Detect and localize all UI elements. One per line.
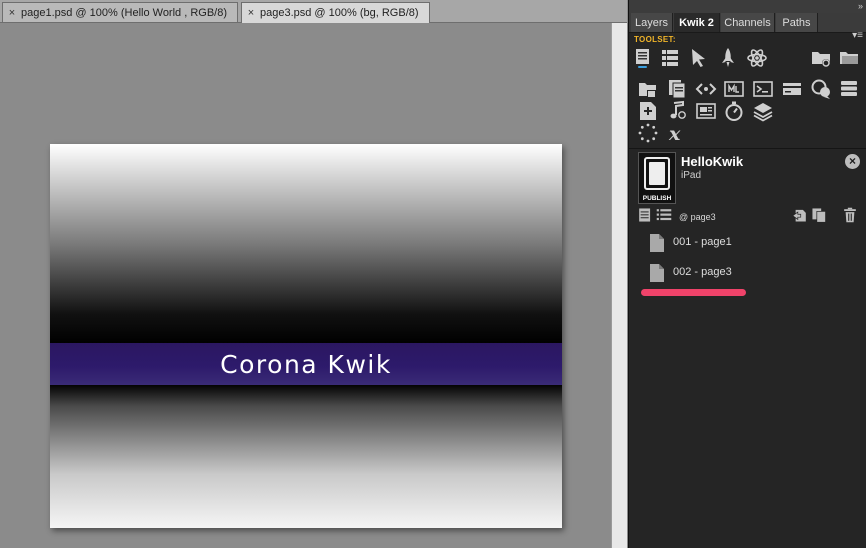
artboard[interactable]: Corona Kwik bbox=[50, 144, 562, 528]
document-icon bbox=[650, 264, 664, 282]
spinner-icon[interactable] bbox=[637, 122, 659, 144]
frame-icon[interactable] bbox=[695, 100, 717, 122]
current-page-label: @ page3 bbox=[679, 212, 716, 222]
duplicate-page-icon[interactable] bbox=[811, 207, 827, 223]
document-tab-bar: × page1.psd @ 100% (Hello World , RGB/8)… bbox=[0, 0, 627, 23]
toolset-doc-icon[interactable] bbox=[632, 47, 654, 69]
layers-icon[interactable] bbox=[752, 100, 774, 122]
project-name: HelloKwik bbox=[681, 154, 744, 169]
publish-label: PUBLISH bbox=[642, 195, 672, 202]
page-label: 001 - page1 bbox=[673, 236, 732, 248]
page-view-icon[interactable] bbox=[637, 207, 653, 223]
variable-icon[interactable]: x bbox=[666, 122, 688, 144]
atom-icon[interactable] bbox=[746, 47, 768, 69]
list-item[interactable]: 001 - page1 bbox=[629, 231, 866, 257]
rocket-icon[interactable] bbox=[717, 47, 739, 69]
import-page-icon[interactable] bbox=[792, 207, 808, 223]
document-tab-page3[interactable]: × page3.psd @ 100% (bg, RGB/8) bbox=[241, 2, 430, 23]
panel-header-strip: » bbox=[629, 0, 866, 13]
selection-indicator bbox=[641, 289, 746, 296]
banner-text: Corona Kwik bbox=[220, 349, 392, 379]
terminal-icon[interactable] bbox=[752, 78, 774, 100]
panel-divider bbox=[629, 148, 866, 149]
speech-icon[interactable] bbox=[810, 78, 832, 100]
vertical-scrollbar[interactable] bbox=[611, 23, 627, 548]
document-tab-page1[interactable]: × page1.psd @ 100% (Hello World , RGB/8) bbox=[2, 2, 238, 22]
collapse-panel-icon[interactable]: » bbox=[858, 0, 863, 13]
page-label: 002 - page3 bbox=[673, 266, 732, 278]
trash-icon[interactable] bbox=[842, 207, 858, 223]
panel-tab-bar: Layers Kwik 2 Channels Paths ▾≡ bbox=[629, 13, 866, 41]
panel-menu-icon[interactable]: ▾≡ bbox=[852, 26, 863, 45]
music-icon[interactable] bbox=[666, 100, 688, 122]
list-icon[interactable] bbox=[659, 47, 681, 69]
close-tab-icon[interactable]: × bbox=[242, 7, 260, 19]
toolset-label: TOOLSET: bbox=[634, 35, 676, 44]
close-project-button[interactable]: × bbox=[845, 154, 860, 169]
folder-add-icon[interactable] bbox=[810, 47, 832, 69]
code-icon[interactable] bbox=[695, 78, 717, 100]
publish-button[interactable]: PUBLISH bbox=[638, 152, 676, 204]
folder-icon[interactable] bbox=[838, 47, 860, 69]
document-tab-label: page1.psd @ 100% (Hello World , RGB/8) bbox=[21, 6, 228, 19]
title-banner: Corona Kwik bbox=[50, 343, 562, 385]
ipad-icon bbox=[644, 157, 670, 190]
list-item[interactable]: 002 - page3 bbox=[629, 261, 866, 287]
pages-icon[interactable] bbox=[666, 78, 688, 100]
tab-layers[interactable]: Layers bbox=[631, 13, 673, 32]
document-area: × page1.psd @ 100% (Hello World , RGB/8)… bbox=[0, 0, 627, 548]
timer-icon[interactable] bbox=[723, 100, 745, 122]
card-icon[interactable] bbox=[781, 78, 803, 100]
pointer-icon[interactable] bbox=[688, 47, 710, 69]
folder-image-icon[interactable] bbox=[637, 78, 659, 100]
tab-paths[interactable]: Paths bbox=[776, 13, 818, 32]
video-icon[interactable] bbox=[723, 78, 745, 100]
add-page-icon[interactable] bbox=[637, 100, 659, 122]
document-tab-label: page3.psd @ 100% (bg, RGB/8) bbox=[260, 7, 419, 19]
stack-icon[interactable] bbox=[838, 78, 860, 100]
list-view-icon[interactable] bbox=[655, 207, 673, 223]
tab-channels[interactable]: Channels bbox=[721, 13, 775, 32]
document-icon bbox=[650, 234, 664, 252]
close-tab-icon[interactable]: × bbox=[3, 7, 21, 19]
tab-kwik2[interactable]: Kwik 2 bbox=[674, 13, 720, 32]
kwik-panel: » Layers Kwik 2 Channels Paths ▾≡ TOOLSE… bbox=[628, 0, 866, 548]
svg-text:x: x bbox=[668, 123, 681, 144]
project-device: iPad bbox=[681, 170, 702, 181]
